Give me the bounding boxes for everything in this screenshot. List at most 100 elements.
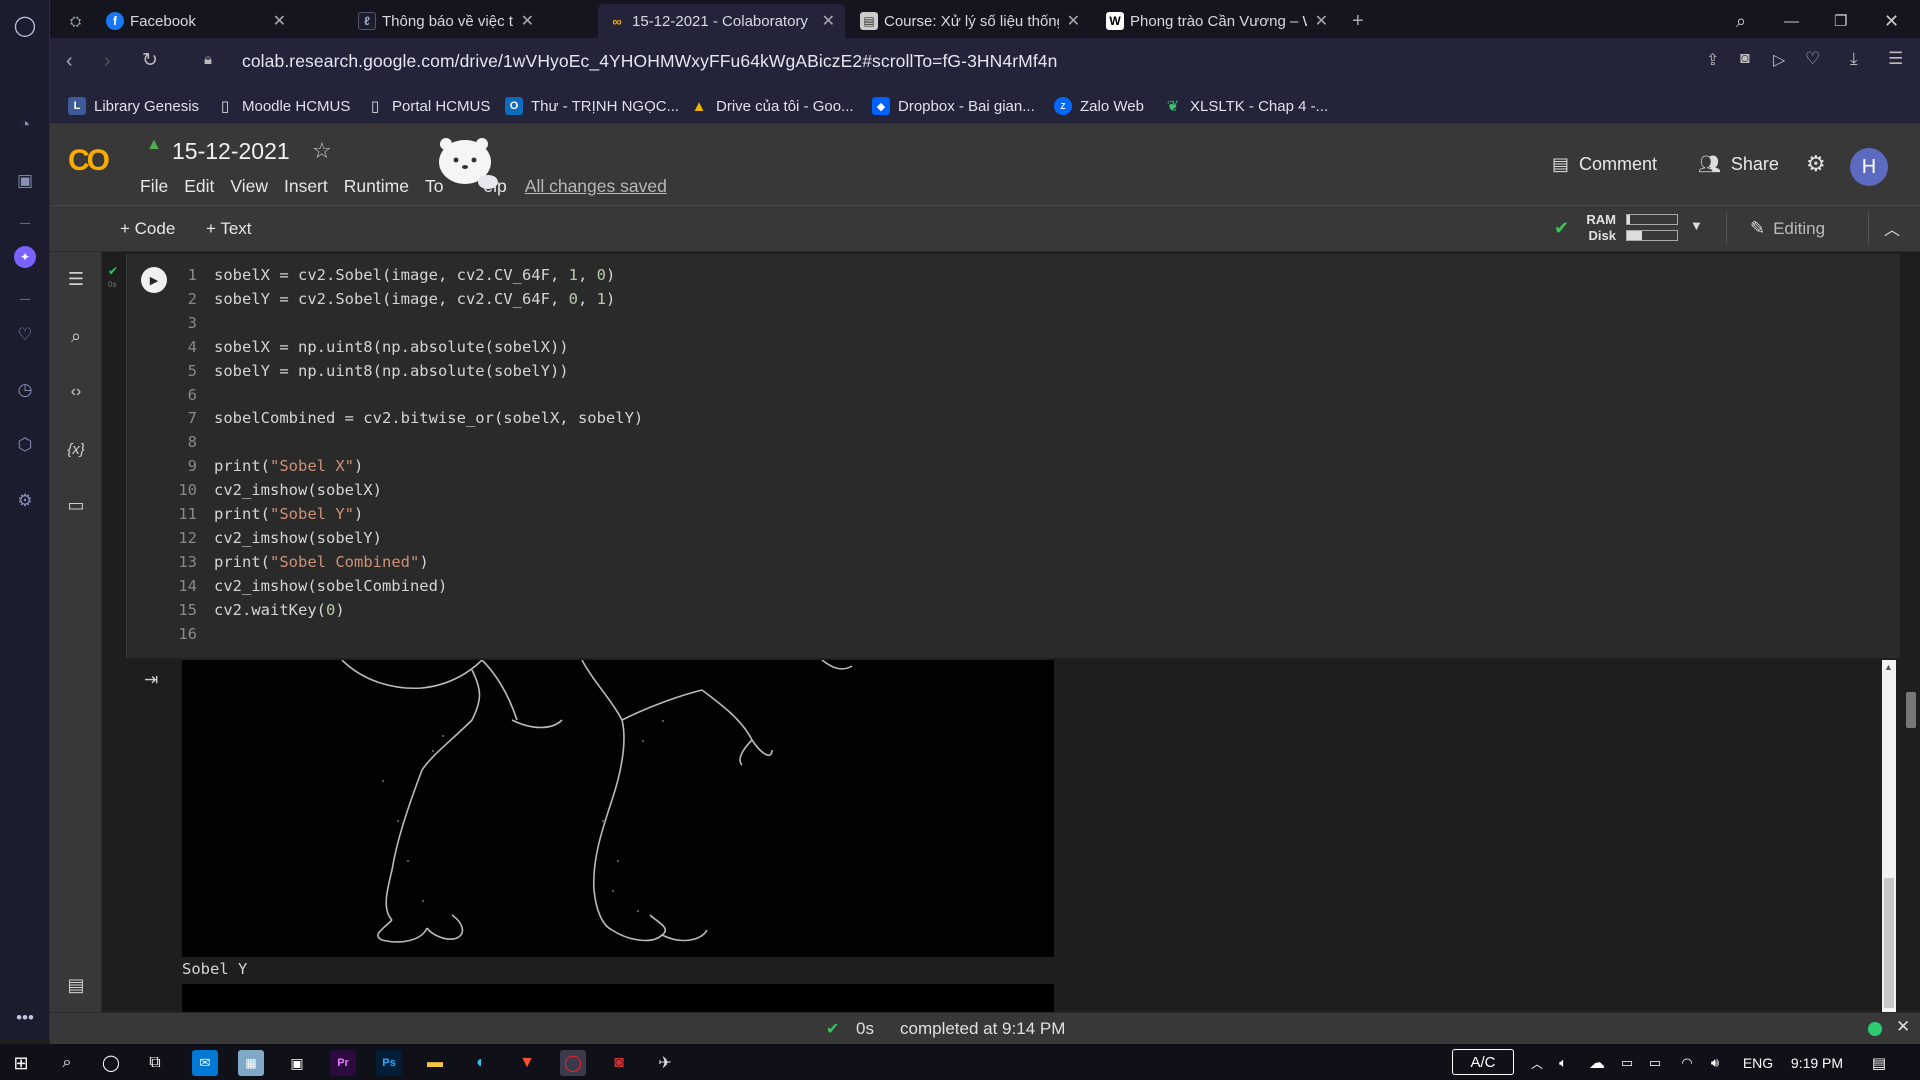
menu-runtime[interactable]: Runtime — [344, 176, 409, 197]
messenger-icon[interactable]: ✦ — [12, 244, 38, 270]
connection-status-dot[interactable] — [1868, 1022, 1882, 1036]
collapse-header-icon[interactable]: ︿ — [1884, 216, 1900, 240]
url-field[interactable]: colab.research.google.com/drive/1wVHyoEc… — [242, 51, 1057, 72]
forward-icon[interactable]: › — [104, 50, 111, 73]
share-page-icon[interactable]: ⇪ — [1706, 50, 1719, 70]
menu-view[interactable]: View — [230, 176, 268, 197]
saved-status[interactable]: All changes saved — [525, 176, 667, 197]
more-icon[interactable]: ••• — [12, 1005, 38, 1031]
colab-logo[interactable]: CO — [68, 144, 110, 178]
output-icon[interactable]: ⇥ — [144, 670, 158, 690]
tab-colab[interactable]: ∞ 15-12-2021 - Colaboratory ✕ — [598, 4, 845, 38]
add-code-button[interactable]: + Code — [120, 219, 175, 239]
search-icon[interactable]: ⌕ — [54, 1050, 80, 1076]
back-icon[interactable]: ‹ — [66, 50, 73, 73]
brave-icon[interactable]: ▼ — [514, 1050, 540, 1076]
code-line[interactable]: sobelY = cv2.Sobel(image, cv2.CV_64F, 0,… — [214, 290, 615, 308]
close-icon[interactable]: ✕ — [273, 11, 286, 31]
disk-meter[interactable] — [1626, 230, 1678, 241]
cortana-icon[interactable]: ◯ — [98, 1050, 124, 1076]
notebook-title[interactable]: 15-12-2021 — [172, 138, 290, 165]
windows-start-icon[interactable]: ⊞ — [8, 1050, 34, 1076]
bookmark-moodle-hcmus[interactable]: ▯ Moodle HCMUS — [216, 94, 351, 118]
star-icon[interactable]: ☆ — [312, 138, 332, 164]
history-icon[interactable]: ◷ — [12, 377, 38, 403]
scrollbar-thumb[interactable] — [1884, 878, 1894, 1008]
wifi-icon[interactable]: ◠ — [1674, 1050, 1700, 1076]
tab-switcher-icon[interactable]: ⛭ — [60, 4, 90, 38]
heart-icon[interactable]: ♡ — [12, 322, 38, 348]
ac-indicator[interactable]: A/C — [1452, 1049, 1514, 1075]
device-icon[interactable]: ▭ — [1614, 1050, 1640, 1076]
code-line[interactable]: print("Sobel Y") — [214, 505, 363, 523]
editing-mode-button[interactable]: ✎ Editing — [1750, 218, 1825, 239]
comment-button[interactable]: ▤ Comment — [1552, 154, 1657, 175]
ram-meter[interactable] — [1626, 214, 1678, 225]
code-line[interactable]: sobelX = np.uint8(np.absolute(sobelX)) — [214, 338, 569, 356]
code-snippets-icon[interactable]: ‹› — [63, 379, 89, 405]
run-cell-button[interactable]: ▶ — [141, 267, 167, 293]
close-icon[interactable]: ✕ — [1067, 11, 1080, 31]
close-icon[interactable]: ✕ — [521, 11, 534, 31]
tab-thong-bao[interactable]: ℓ Thông báo về việc tra cứu l ✕ — [348, 4, 544, 38]
shopping-bag-icon[interactable]: ▣ — [12, 168, 38, 194]
add-text-button[interactable]: + Text — [206, 219, 252, 239]
bookmark-dropbox[interactable]: ◆ Dropbox - Bai gian... — [872, 94, 1035, 118]
code-line[interactable]: cv2_imshow(sobelX) — [214, 481, 382, 499]
tab-course[interactable]: ▤ Course: Xử lý số liệu thống ✕ — [850, 4, 1090, 38]
bookmark-library-genesis[interactable]: L Library Genesis — [68, 94, 199, 118]
task-view-icon[interactable]: ⧉ — [142, 1050, 168, 1076]
edge-icon[interactable]: ◐ — [468, 1050, 494, 1076]
reload-icon[interactable]: ↻ — [142, 49, 158, 72]
output-scrollbar[interactable]: ▲ — [1882, 660, 1896, 1012]
scroll-up-icon[interactable]: ▲ — [1884, 662, 1893, 672]
cube-icon[interactable]: ⬡ — [12, 432, 38, 458]
settings-icon[interactable]: ⚙ — [1806, 151, 1826, 177]
bookmark-portal-hcmus[interactable]: ▯ Portal HCMUS — [366, 94, 491, 118]
search-icon[interactable]: ⌕ — [1726, 4, 1762, 38]
close-icon[interactable]: ✕ — [1315, 11, 1328, 31]
show-hidden-icons[interactable]: ︿ — [1524, 1050, 1550, 1076]
opera-icon[interactable]: ◯ — [560, 1050, 586, 1076]
app-red-icon[interactable]: ◙ — [606, 1050, 632, 1076]
window-close-icon[interactable]: ✕ — [1874, 4, 1914, 38]
language-indicator[interactable]: ENG — [1738, 1050, 1778, 1076]
runtime-dropdown-icon[interactable]: ▼ — [1690, 218, 1703, 233]
battery-icon[interactable]: ▭ — [1642, 1050, 1668, 1076]
code-line[interactable]: sobelCombined = cv2.bitwise_or(sobelX, s… — [214, 409, 643, 427]
onedrive-icon[interactable]: ☁ — [1584, 1050, 1610, 1076]
tab-wikipedia[interactable]: W Phong trào Cần Vương – W ✕ — [1096, 4, 1338, 38]
notifications-icon[interactable]: ▤ — [1866, 1050, 1892, 1076]
menu-edit[interactable]: Edit — [184, 176, 214, 197]
close-icon[interactable]: ✕ — [822, 11, 835, 31]
file-explorer-icon[interactable]: ▬ — [422, 1050, 448, 1076]
easy-setup-icon[interactable]: ☰ — [1888, 49, 1903, 69]
code-line[interactable]: sobelX = cv2.Sobel(image, cv2.CV_64F, 1,… — [214, 266, 615, 284]
app-bird-icon[interactable]: ✈ — [652, 1050, 678, 1076]
bookmark-drive[interactable]: ▲ Drive của tôi - Goo... — [690, 94, 854, 118]
premiere-icon[interactable]: Pr — [330, 1050, 356, 1076]
bookmark-outlook[interactable]: O Thư - TRỊNH NGỌC... — [505, 94, 679, 118]
photoshop-icon[interactable]: Ps — [376, 1050, 402, 1076]
menu-insert[interactable]: Insert — [284, 176, 328, 197]
search-icon[interactable]: ⌕ — [63, 323, 89, 349]
bookmark-xlsltk[interactable]: ❦ XLSLTK - Chap 4 -... — [1164, 94, 1328, 118]
avatar[interactable]: H — [1850, 148, 1888, 186]
photos-icon[interactable]: ▦ — [238, 1050, 264, 1076]
mail-icon[interactable]: ✉ — [192, 1050, 218, 1076]
close-status-icon[interactable]: ✕ — [1896, 1017, 1910, 1037]
code-line[interactable]: print("Sobel Combined") — [214, 553, 429, 571]
code-line[interactable]: cv2.waitKey(0) — [214, 601, 345, 619]
restore-icon[interactable]: ❐ — [1824, 4, 1864, 38]
code-cell[interactable]: ▶ 1 sobelX = cv2.Sobel(image, cv2.CV_64F,… — [126, 254, 1900, 658]
store-icon[interactable]: ▣ — [284, 1050, 310, 1076]
tab-facebook[interactable]: f Facebook ✕ — [96, 4, 296, 38]
minimize-icon[interactable]: — — [1774, 4, 1814, 38]
share-button[interactable]: 👥︎ Share — [1698, 154, 1779, 175]
table-of-contents-icon[interactable]: ☰ — [63, 266, 89, 292]
settings-icon[interactable]: ⚙ — [12, 488, 38, 514]
code-line[interactable]: cv2_imshow(sobelY) — [214, 529, 382, 547]
opera-logo-icon[interactable]: ◯ — [12, 12, 38, 38]
page-scrollbar-thumb[interactable] — [1906, 692, 1916, 728]
camera-icon[interactable]: ◙ — [1740, 50, 1750, 68]
